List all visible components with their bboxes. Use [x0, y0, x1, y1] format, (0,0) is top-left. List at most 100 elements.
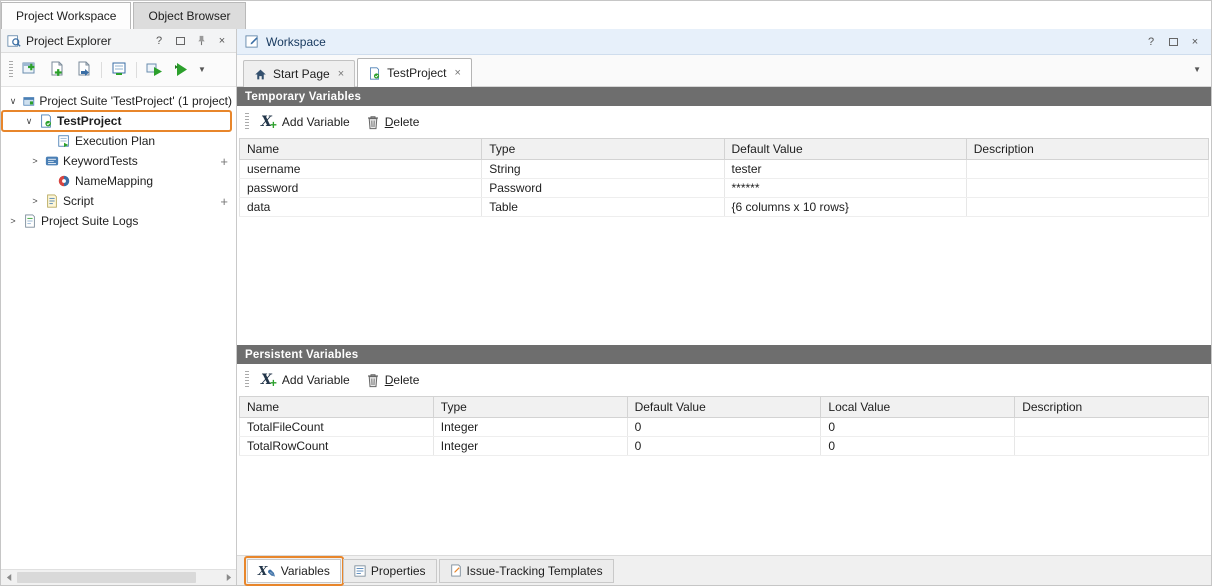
table-header-row: Name Type Default Value Description	[240, 139, 1209, 160]
trash-icon	[366, 373, 380, 388]
table-row[interactable]: username String tester	[240, 160, 1209, 179]
toolbar-separator	[136, 62, 137, 78]
scrollbar-thumb[interactable]	[17, 572, 196, 583]
open-project-icon	[76, 61, 93, 78]
tab-project-workspace-label: Project Workspace	[16, 9, 116, 23]
add-variable-icon: X+	[261, 372, 277, 388]
tree-item-keywordtests[interactable]: > KeywordTests +	[1, 151, 236, 171]
tab-close-icon[interactable]: ×	[336, 68, 344, 80]
chevron-right-icon[interactable]: >	[7, 216, 19, 226]
add-variable-button[interactable]: X+ Add Variable	[257, 370, 354, 390]
tree-item-project-suite-logs[interactable]: > Project Suite Logs	[1, 211, 236, 231]
add-project-button[interactable]	[47, 60, 67, 80]
tab-object-browser-label: Object Browser	[148, 9, 230, 23]
bottom-tabbar: X✎ Variables Properties Issue-Tracking T…	[237, 555, 1211, 585]
workspace-header: Workspace ? ×	[237, 29, 1211, 55]
add-project-suite-button[interactable]	[20, 60, 40, 80]
delete-variable-button[interactable]: Delete	[362, 371, 424, 390]
top-tabbar: Project Workspace Object Browser	[1, 1, 1211, 29]
tab-object-browser[interactable]: Object Browser	[133, 2, 245, 29]
toolbar-grip	[9, 61, 13, 79]
delete-variable-button[interactable]: Delete	[362, 113, 424, 132]
project-explorer-title: Project Explorer	[26, 34, 146, 48]
column-header-type[interactable]: Type	[482, 139, 724, 160]
tab-close-icon[interactable]: ×	[453, 67, 461, 79]
workspace-icon	[245, 34, 260, 49]
table-row[interactable]: TotalRowCount Integer 0 0	[240, 437, 1209, 456]
project-icon	[368, 67, 381, 80]
column-header-name[interactable]: Name	[240, 139, 482, 160]
table-row[interactable]: data Table {6 columns x 10 rows}	[240, 198, 1209, 217]
tree-item-project-suite[interactable]: ∨ Project Suite 'TestProject' (1 project…	[1, 91, 236, 111]
temporary-variables-toolbar: X+ Add Variable Delete	[237, 106, 1211, 138]
add-variable-icon: X+	[261, 114, 277, 130]
table-row[interactable]: TotalFileCount Integer 0 0	[240, 418, 1209, 437]
pin-button[interactable]	[193, 33, 209, 49]
tab-testproject[interactable]: TestProject ×	[357, 58, 472, 87]
run-project-button[interactable]	[144, 60, 164, 80]
execution-plan-button[interactable]	[109, 60, 129, 80]
add-project-suite-icon	[22, 61, 39, 78]
workspace-help-button[interactable]: ?	[1143, 34, 1159, 50]
table-row[interactable]: password Password ******	[240, 179, 1209, 198]
chevron-right-icon[interactable]: >	[29, 156, 41, 166]
chevron-right-icon[interactable]: >	[29, 196, 41, 206]
column-header-local-value[interactable]: Local Value	[821, 397, 1015, 418]
tab-project-workspace[interactable]: Project Workspace	[1, 2, 131, 29]
tree-item-namemapping[interactable]: NameMapping	[1, 171, 236, 191]
tab-properties[interactable]: Properties	[343, 559, 437, 583]
tab-start-page[interactable]: Start Page ×	[243, 60, 355, 87]
chevron-down-icon[interactable]: ∨	[23, 116, 35, 127]
workspace-panel: Workspace ? × Start Page × TestProject ×…	[237, 29, 1211, 585]
scroll-right-button[interactable]	[220, 570, 236, 585]
persistent-table-empty-area	[237, 456, 1211, 555]
tree-item-label: TestProject	[57, 114, 125, 128]
column-header-description[interactable]: Description	[1015, 397, 1209, 418]
project-tree: ∨ Project Suite 'TestProject' (1 project…	[1, 87, 236, 569]
temporary-variables-table: Name Type Default Value Description user…	[239, 138, 1209, 217]
workspace-close-button[interactable]: ×	[1187, 34, 1203, 50]
tab-issue-tracking-templates[interactable]: Issue-Tracking Templates	[439, 559, 614, 583]
variables-tab-icon: X✎	[258, 564, 276, 578]
add-script-button[interactable]: +	[220, 195, 228, 208]
tab-testproject-label: TestProject	[387, 66, 446, 80]
column-header-type[interactable]: Type	[433, 397, 627, 418]
toolbar-dropdown-button[interactable]: ▼	[198, 65, 206, 74]
scroll-left-button[interactable]	[1, 570, 17, 585]
explorer-toolbar: ▼	[1, 53, 236, 87]
tab-variables[interactable]: X✎ Variables	[247, 559, 341, 583]
toolbar-grip	[245, 113, 249, 131]
open-project-button[interactable]	[74, 60, 94, 80]
document-tabbar: Start Page × TestProject × ▼	[237, 55, 1211, 87]
chevron-down-icon[interactable]: ∨	[7, 96, 19, 107]
run-project-suite-button[interactable]	[171, 60, 191, 80]
close-button[interactable]: ×	[214, 33, 230, 49]
tab-list-dropdown-button[interactable]: ▼	[1193, 65, 1201, 74]
workspace-maximize-button[interactable]	[1165, 34, 1181, 50]
explorer-horizontal-scrollbar[interactable]	[1, 569, 236, 585]
add-keywordtest-button[interactable]: +	[220, 155, 228, 168]
add-variable-button[interactable]: X+ Add Variable	[257, 112, 354, 132]
issue-tracking-icon	[450, 564, 462, 577]
column-header-default-value[interactable]: Default Value	[627, 397, 821, 418]
tree-item-testproject[interactable]: ∨ TestProject	[1, 111, 236, 131]
persistent-variables-header: Persistent Variables	[237, 345, 1211, 364]
maximize-button[interactable]	[172, 33, 188, 49]
logs-icon	[23, 214, 37, 228]
column-header-description[interactable]: Description	[966, 139, 1208, 160]
column-header-name[interactable]: Name	[240, 397, 434, 418]
persistent-variables-toolbar: X+ Add Variable Delete	[237, 364, 1211, 396]
help-button[interactable]: ?	[151, 33, 167, 49]
script-icon	[45, 194, 59, 208]
run-project-icon	[146, 61, 163, 78]
project-suite-icon	[23, 94, 35, 108]
temporary-variables-header: Temporary Variables	[237, 87, 1211, 106]
column-header-default-value[interactable]: Default Value	[724, 139, 966, 160]
tree-item-execution-plan[interactable]: Execution Plan	[1, 131, 236, 151]
pin-icon	[196, 35, 207, 46]
tree-item-script[interactable]: > Script +	[1, 191, 236, 211]
project-explorer-header: Project Explorer ? ×	[1, 29, 236, 53]
maximize-icon	[1169, 38, 1178, 46]
workspace-title: Workspace	[266, 35, 1137, 49]
home-icon	[254, 68, 267, 81]
